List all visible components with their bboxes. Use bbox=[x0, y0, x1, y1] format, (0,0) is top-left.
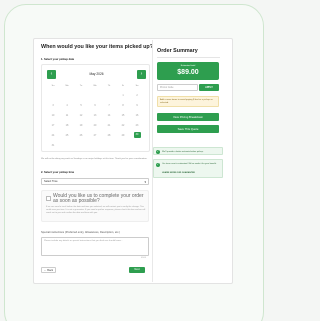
calendar-day[interactable]: 26 bbox=[76, 134, 86, 137]
back-button[interactable]: ← Back bbox=[41, 267, 56, 273]
calendar-day[interactable]: 13 bbox=[90, 114, 100, 117]
summary-divider bbox=[157, 57, 220, 58]
calendar-day[interactable]: 21 bbox=[104, 124, 114, 127]
weekday-label: Th bbox=[107, 85, 111, 87]
weekday-label: We bbox=[93, 85, 97, 87]
weekday-label: Su bbox=[51, 85, 55, 87]
weekday-label: Tu bbox=[79, 85, 83, 87]
pickup-time-value: Select Time bbox=[44, 180, 58, 183]
calendar-day[interactable]: 27 bbox=[90, 134, 100, 137]
page-title: When would you like your items picked up… bbox=[41, 44, 154, 50]
info-guarantee-text: Our item count is estimated. We've made … bbox=[162, 162, 217, 165]
calendar-day[interactable]: 2 bbox=[132, 94, 142, 97]
instructions-label: Special instructions (Preferred entry, A… bbox=[41, 231, 121, 234]
pickup-date-label: 1. Select your pickup date bbox=[41, 58, 75, 61]
calendar-day[interactable]: 22 bbox=[118, 124, 128, 127]
pickup-time-select[interactable]: Select Time ▾ bbox=[41, 178, 149, 185]
info-estimate-text: We'll provide a better estimate before p… bbox=[162, 150, 204, 153]
view-pricing-button[interactable]: View Pricing Breakdown bbox=[157, 113, 219, 121]
info-box-estimate: ✓ We'll provide a better estimate before… bbox=[153, 147, 223, 155]
calendar-day[interactable]: 16 bbox=[132, 114, 142, 117]
apply-button[interactable]: APPLY bbox=[199, 84, 219, 91]
chevron-down-icon: ▾ bbox=[144, 180, 146, 184]
calendar-day[interactable]: 4 bbox=[62, 104, 72, 107]
calendar-month: May 2026 bbox=[89, 72, 104, 76]
asap-checkbox[interactable] bbox=[46, 196, 51, 201]
shield-icon: ✓ bbox=[156, 163, 160, 167]
calendar-next-button[interactable]: › bbox=[137, 70, 146, 79]
asap-title: Would you like us to complete your order… bbox=[53, 193, 144, 204]
calendar-day[interactable]: 7 bbox=[104, 104, 114, 107]
calendar-day[interactable]: 20 bbox=[90, 124, 100, 127]
calendar-day[interactable]: 31 bbox=[48, 144, 58, 147]
calendar-day[interactable]: 24 bbox=[48, 134, 58, 137]
calendar-day[interactable]: 19 bbox=[76, 124, 86, 127]
calendar-day[interactable]: 5 bbox=[76, 104, 86, 107]
calendar-day[interactable]: 3 bbox=[48, 104, 58, 107]
promo-code-input[interactable]: Promo Code bbox=[157, 84, 198, 91]
weekday-label: Sa bbox=[135, 85, 139, 87]
weekday-label: Fr bbox=[121, 85, 125, 87]
asap-box: Would you like us to complete your order… bbox=[41, 190, 149, 222]
calendar-day[interactable]: 12 bbox=[76, 114, 86, 117]
calendar-day[interactable]: 6 bbox=[90, 104, 100, 107]
calendar-day[interactable]: 9 bbox=[132, 104, 142, 107]
next-button[interactable]: Next bbox=[129, 267, 145, 273]
weekday-label: Mo bbox=[65, 85, 69, 87]
date-note: We will not be doing any work on Sundays… bbox=[41, 158, 148, 160]
calendar-day-selected[interactable]: 30 bbox=[133, 132, 141, 138]
instructions-textarea[interactable]: Please include any details or special in… bbox=[41, 237, 149, 256]
info-box-guarantee: ✓ Our item count is estimated. We've mad… bbox=[153, 159, 223, 178]
pickup-time-label: 2. Select your pickup time bbox=[41, 171, 75, 174]
asap-text: If we can send a truck before the date a… bbox=[46, 206, 146, 214]
calendar-day[interactable]: 8 bbox=[118, 104, 128, 107]
summary-title: Order Summary bbox=[157, 48, 198, 54]
calendar-day[interactable]: 28 bbox=[104, 134, 114, 137]
calendar-day[interactable]: 17 bbox=[48, 124, 58, 127]
price-value: $89.00 bbox=[177, 69, 199, 76]
save-quote-button[interactable]: Save This Quote bbox=[157, 125, 219, 133]
price-box: Estimated total $89.00 bbox=[157, 62, 219, 80]
calendar-day[interactable]: 11 bbox=[62, 114, 72, 117]
calendar-day[interactable]: 10 bbox=[48, 114, 58, 117]
calendar-day[interactable]: 29 bbox=[118, 134, 128, 137]
calendar-day[interactable]: 18 bbox=[62, 124, 72, 127]
calendar-day[interactable]: 15 bbox=[118, 114, 128, 117]
calendar-day[interactable]: 23 bbox=[132, 124, 142, 127]
guarantee-link[interactable]: LEARN MORE OUR GUARANTEE bbox=[162, 172, 195, 175]
char-count: 0/500 bbox=[141, 257, 147, 259]
calendar-day[interactable]: 14 bbox=[104, 114, 114, 117]
price-label: Estimated total bbox=[180, 65, 196, 67]
check-icon: ✓ bbox=[156, 150, 160, 154]
calendar-day[interactable]: 1 bbox=[118, 94, 128, 97]
calendar: ‹ May 2026 › Su Mo Tu We Th Fr Sa 1 2 3 4 5 6 7 8 9 10 11… bbox=[41, 64, 150, 152]
calendar-day[interactable]: 25 bbox=[62, 134, 72, 137]
warning-notice: Add a more items to avoid paying $ fee f… bbox=[157, 96, 219, 107]
